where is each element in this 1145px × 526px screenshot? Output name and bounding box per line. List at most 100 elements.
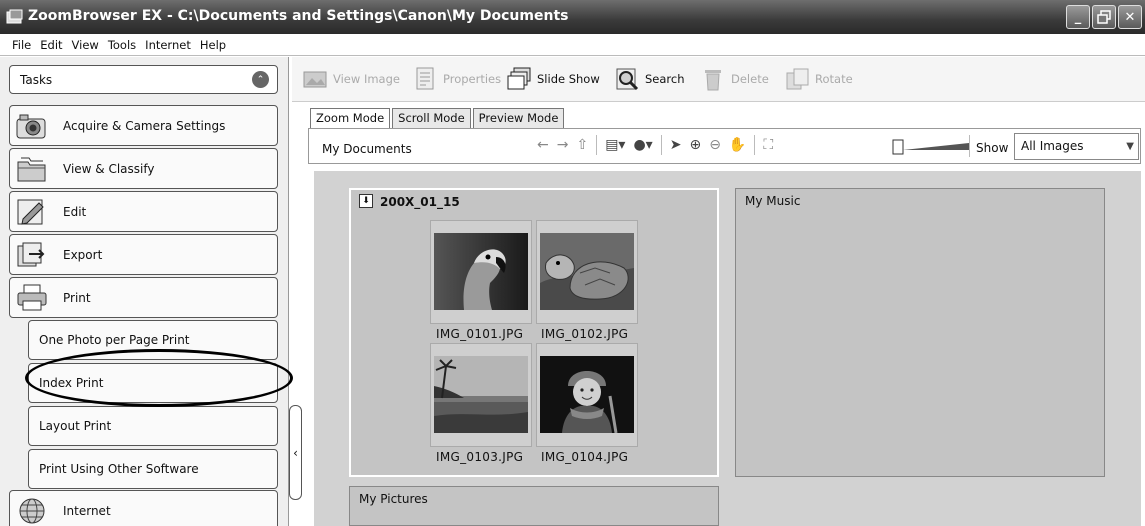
collapse-folder-icon[interactable]: ⬇ [359, 194, 373, 208]
toolbar: View Image Properties Slide Show Search … [292, 57, 1145, 102]
separator [596, 135, 598, 155]
properties-icon [416, 67, 434, 90]
restore-icon [1097, 10, 1111, 24]
chevron-down-icon: ▼ [1126, 141, 1134, 152]
task-acquire-camera-settings[interactable]: Acquire & Camera Settings [9, 105, 278, 146]
menu-edit[interactable]: Edit [40, 38, 62, 52]
minimize-icon: _ [1074, 9, 1082, 25]
task-view-classify[interactable]: View & Classify [9, 148, 278, 189]
task-label: Export [63, 248, 103, 262]
view-image-label: View Image [333, 72, 400, 86]
current-path: My Documents [322, 142, 412, 156]
fit-to-window-icon[interactable]: ⛶ [763, 137, 773, 153]
edit-icon [17, 199, 44, 225]
info-menu-icon[interactable]: ●▾ [633, 137, 652, 153]
view-image-button[interactable]: View Image [302, 65, 400, 93]
subtask-label: Print Using Other Software [39, 462, 199, 476]
task-edit[interactable]: Edit [9, 191, 278, 232]
panel-splitter[interactable]: ‹ [289, 405, 302, 500]
thumbnail-img-0103[interactable] [430, 343, 532, 447]
task-label: Acquire & Camera Settings [63, 119, 226, 133]
show-filter-value: All Images [1021, 139, 1084, 153]
thumbnail-img-0102[interactable] [536, 220, 638, 324]
zoom-out-icon[interactable]: ⊖ [709, 137, 721, 153]
separator [754, 135, 756, 155]
task-print[interactable]: Print [9, 277, 278, 318]
menu-internet[interactable]: Internet [145, 38, 191, 52]
tab-preview-mode[interactable]: Preview Mode [472, 108, 565, 128]
show-label: Show [976, 141, 1009, 155]
search-button[interactable]: Search [614, 65, 685, 93]
trash-icon [705, 70, 721, 91]
search-icon [616, 68, 639, 91]
delete-button[interactable]: Delete [700, 65, 769, 93]
thumbnail-label: IMG_0103.JPG [436, 450, 524, 464]
search-label: Search [645, 72, 685, 86]
folder-my-music[interactable]: My Music [735, 188, 1105, 477]
task-export[interactable]: Export [9, 234, 278, 275]
close-button[interactable]: ✕ [1118, 5, 1142, 29]
task-label: View & Classify [63, 162, 155, 176]
zoom-in-icon[interactable]: ⊕ [689, 137, 701, 153]
tasks-panel: Tasks ⌃ Acquire & Camera Settings View &… [0, 57, 289, 526]
rotate-icon [786, 68, 809, 90]
chevron-left-icon: ‹ [293, 445, 298, 460]
folders-icon [17, 157, 46, 182]
close-icon: ✕ [1124, 9, 1136, 25]
task-label: Internet [63, 504, 111, 518]
index-print-highlight-ellipse [25, 349, 293, 407]
collapse-up-icon[interactable]: ⌃ [252, 71, 269, 88]
app-icon [6, 9, 23, 24]
title-bar: ZoomBrowser EX - C:\Documents and Settin… [0, 0, 1145, 34]
folder-name: 200X_01_15 [380, 195, 460, 209]
rotate-label: Rotate [815, 72, 853, 86]
menu-view[interactable]: View [72, 38, 99, 52]
thumbnail-img-0104[interactable] [536, 343, 638, 447]
thumbnail-size-slider[interactable] [891, 139, 971, 155]
up-folder-icon[interactable]: ⇧ [576, 137, 588, 153]
back-arrow-icon[interactable]: ← [537, 137, 549, 153]
rotate-button[interactable]: Rotate [784, 65, 853, 93]
properties-button[interactable]: Properties [412, 65, 501, 93]
thumbnail-label: IMG_0102.JPG [541, 327, 629, 341]
task-label: Print [63, 291, 91, 305]
tasks-header[interactable]: Tasks ⌃ [9, 65, 278, 94]
subtask-print-using-other-software[interactable]: Print Using Other Software [28, 449, 278, 489]
globe-icon [19, 498, 45, 524]
window-title: ZoomBrowser EX - C:\Documents and Settin… [28, 8, 569, 24]
folder-200x-01-15[interactable]: ⬇ 200X_01_15 IMG_0101.JPG IMG_0102.JPG I… [349, 188, 719, 477]
subtask-label: One Photo per Page Print [39, 333, 190, 347]
select-menu-icon[interactable]: ▤▾ [605, 137, 625, 153]
tab-zoom-mode[interactable]: Zoom Mode [310, 108, 391, 128]
menu-file[interactable]: File [12, 38, 31, 52]
thumbnail-label: IMG_0104.JPG [541, 450, 629, 464]
task-internet[interactable]: Internet [9, 490, 278, 526]
folder-name: My Pictures [359, 492, 428, 506]
slide-show-icon [507, 67, 531, 90]
properties-label: Properties [443, 72, 502, 86]
menu-bar: File Edit View Tools Internet Help [0, 34, 1145, 56]
hand-tool-icon[interactable]: ✋ [729, 137, 746, 153]
parrot-photo [434, 233, 528, 310]
menu-help[interactable]: Help [200, 38, 226, 52]
browser-content: ⬇ 200X_01_15 IMG_0101.JPG IMG_0102.JPG I… [314, 171, 1141, 526]
view-image-icon [303, 71, 327, 88]
tasks-header-label: Tasks [20, 73, 53, 87]
separator [660, 135, 662, 155]
tab-scroll-mode[interactable]: Scroll Mode [392, 108, 471, 128]
show-filter-select[interactable]: All Images ▼ [1014, 133, 1139, 160]
forward-arrow-icon[interactable]: → [557, 137, 569, 153]
delete-label: Delete [731, 72, 769, 86]
subtask-label: Layout Print [39, 419, 112, 433]
nav-tools: ← → ⇧ ▤▾ ●▾ ➤ ⊕ ⊖ ✋ ⛶ [537, 135, 773, 155]
pointer-tool-icon[interactable]: ➤ [670, 137, 682, 153]
menu-tools[interactable]: Tools [108, 38, 136, 52]
thumbnail-label: IMG_0101.JPG [436, 327, 524, 341]
folder-my-pictures[interactable]: My Pictures [349, 486, 719, 526]
minimize-button[interactable]: _ [1066, 5, 1090, 29]
restore-button[interactable] [1092, 5, 1116, 29]
thumbnail-img-0101[interactable] [430, 220, 532, 324]
slide-show-button[interactable]: Slide Show [506, 65, 600, 93]
tortoise-photo [540, 233, 634, 310]
subtask-layout-print[interactable]: Layout Print [28, 406, 278, 446]
